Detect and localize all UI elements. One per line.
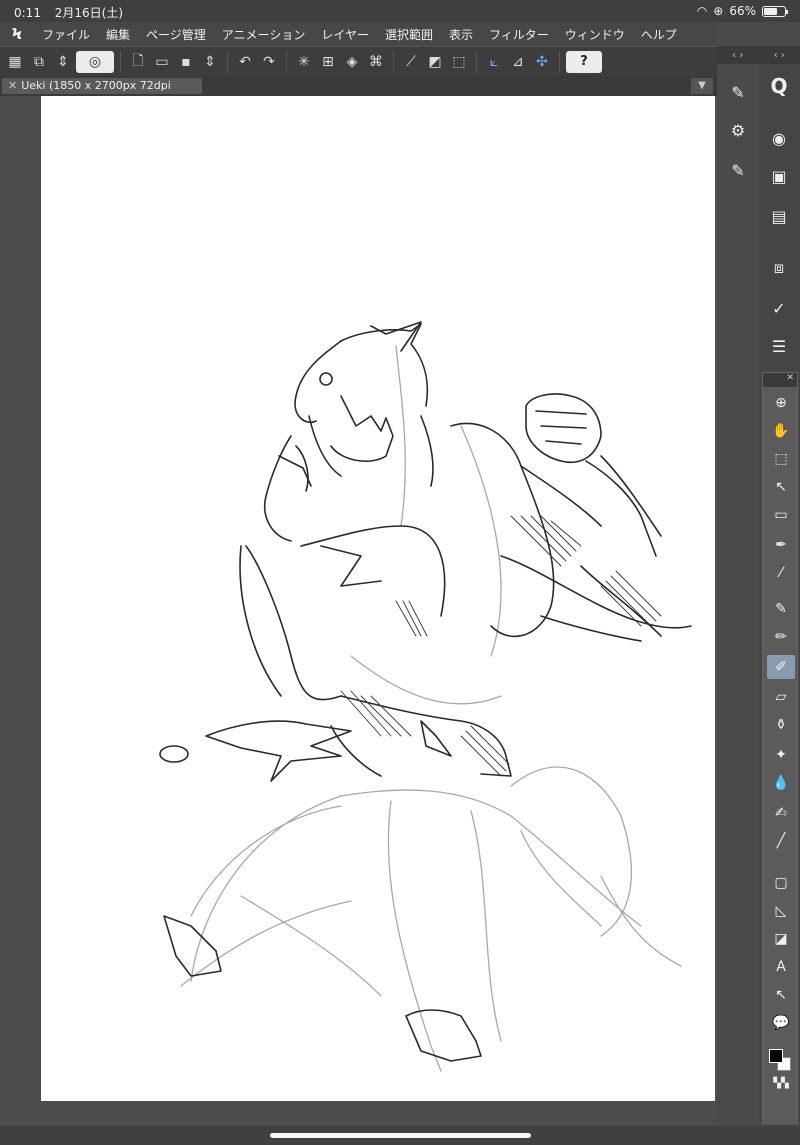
ruler-snap-icon[interactable]: ⟀ [483, 51, 505, 73]
frame-border-tool-icon[interactable]: ▢ [767, 871, 795, 895]
close-icon[interactable]: ✕ [8, 79, 17, 92]
dock-column-1: ✎ ⚙ ✎ [717, 64, 759, 1124]
menu-animation[interactable]: アニメーション [214, 26, 314, 43]
zoom-tool-icon[interactable]: ⊕ [767, 391, 795, 415]
status-date: 2月16日(土) [54, 6, 124, 20]
speech-balloon-tool-icon[interactable]: 💬 [767, 1011, 795, 1035]
hand-tool-icon[interactable]: ✋ [767, 419, 795, 443]
color-wheel-icon[interactable]: ◉ [765, 124, 793, 152]
animation-timeline-icon[interactable]: ▤ [765, 202, 793, 230]
grid-snap-icon[interactable]: ✣ [531, 51, 553, 73]
drawing-canvas[interactable] [41, 96, 715, 1101]
dock-collapse-right[interactable]: ‹ › [774, 50, 785, 61]
menu-layer[interactable]: レイヤー [313, 26, 377, 43]
eraser-tool-icon[interactable]: ▱ [767, 685, 795, 709]
sketch-drawing [159, 321, 692, 1072]
spiral-icon[interactable]: ◎ [76, 50, 114, 73]
balloon-tail-tool-icon[interactable]: ↖ [767, 983, 795, 1007]
transparent-color-icon[interactable]: ▚▚ [767, 1071, 795, 1095]
layout-grid-icon[interactable]: ▦ [4, 51, 26, 73]
menu-bar: Ϟ ファイル 編集 ページ管理 アニメーション レイヤー 選択範囲 表示 フィル… [0, 22, 717, 46]
menu-window[interactable]: ウィンドウ [557, 26, 633, 43]
auto-select-tool-icon[interactable]: ⁄ [767, 561, 795, 585]
menu-view[interactable]: 表示 [441, 26, 481, 43]
fill-bucket-icon[interactable]: ◈ [341, 51, 363, 73]
select-area-icon[interactable]: ⬚ [448, 51, 470, 73]
color-set-icon[interactable]: ▣ [765, 162, 793, 190]
open-folder-icon[interactable]: ▭ [151, 51, 173, 73]
orientation-lock-icon: ⊕ [713, 4, 724, 18]
airbrush-tool-icon[interactable]: ⚱ [767, 713, 795, 737]
pencil-tool-icon[interactable]: ✏ [767, 625, 795, 649]
undo-icon[interactable]: ↶ [234, 51, 256, 73]
redo-icon[interactable]: ↷ [258, 51, 280, 73]
save-icon[interactable]: ▪ [175, 51, 197, 73]
document-tabbar: ✕Ueki (1850 x 2700px 72dpi 83.8%) ▼ [0, 76, 717, 108]
wifi-icon: ◠ [696, 4, 708, 18]
status-bar: 0:11 2月16日(土) ◠ ⊕ 66% [0, 0, 800, 22]
canvas-swap-icon[interactable]: ⧉ [28, 51, 50, 73]
app-logo-icon[interactable]: Ϟ [0, 25, 34, 43]
sub-tool-icon[interactable]: ✎ [724, 78, 752, 106]
operation-tool-icon[interactable]: ↖ [767, 475, 795, 499]
material-icon[interactable]: ⧈ [765, 254, 793, 282]
foreground-color-swatch[interactable] [769, 1049, 783, 1063]
menu-selection[interactable]: 選択範囲 [377, 26, 441, 43]
tool-panel-close-icon[interactable]: ✕ [763, 373, 797, 387]
help-button[interactable]: ? [566, 50, 602, 73]
layer-property-icon[interactable]: ✓ [765, 294, 793, 322]
page-updown-icon[interactable]: ⇕ [199, 51, 221, 73]
menu-edit[interactable]: 編集 [98, 26, 138, 43]
status-time: 0:11 [14, 6, 41, 20]
text-tool-icon[interactable]: A [767, 955, 795, 979]
canvas-area[interactable] [0, 96, 717, 1126]
gradient-fill-icon[interactable]: ◩ [424, 51, 446, 73]
brush-tool-icon[interactable]: ✐ [767, 655, 795, 679]
eyedropper-tool-icon[interactable]: ✒ [767, 533, 795, 557]
tool-panel: ✕ ⊕ ✋ ⬚ ↖ ▭ ✒ ⁄ ✎ ✏ ✐ ▱ ⚱ ✦ 💧 ✍ ╱ ▢ ◺ ◪ … [762, 372, 798, 1124]
pen-tool-icon[interactable]: ✎ [767, 597, 795, 621]
selection-tool-icon[interactable]: ▭ [767, 503, 795, 527]
free-transform-icon[interactable]: ⌘ [365, 51, 387, 73]
figure-tool-icon[interactable]: ╱ [767, 829, 795, 853]
command-bar: ▦ ⧉ ⇕ ◎ 🗋 ▭ ▪ ⇕ ↶ ↷ ✳ ⊞ ◈ ⌘ ⟋ ◩ ⬚ ⟀ ⊿ ✣ … [0, 46, 717, 76]
battery-percent: 66% [729, 4, 756, 18]
layers-icon[interactable]: ☰ [765, 332, 793, 360]
tool-property-icon[interactable]: ⚙ [724, 116, 752, 144]
dock-collapse-left[interactable]: ‹ › [732, 50, 743, 61]
home-indicator[interactable] [270, 1133, 531, 1138]
loading-icon[interactable]: ✳ [293, 51, 315, 73]
menu-page-management[interactable]: ページ管理 [138, 26, 214, 43]
menu-help[interactable]: ヘルプ [633, 26, 685, 43]
tab-document[interactable]: ✕Ueki (1850 x 2700px 72dpi 83.8%) [2, 78, 202, 108]
dock-header: ‹ › ‹ › [717, 46, 800, 64]
clear-selection-icon[interactable]: ⟋ [400, 51, 422, 73]
tab-menu-button[interactable]: ▼ [691, 78, 713, 94]
transform-icon[interactable]: ⊞ [317, 51, 339, 73]
correct-line-tool-icon[interactable]: ✍ [767, 801, 795, 825]
menu-filter[interactable]: フィルター [481, 26, 557, 43]
decoration-tool-icon[interactable]: ✦ [767, 743, 795, 767]
blend-tool-icon[interactable]: 💧 [767, 771, 795, 795]
battery-icon [762, 5, 788, 17]
new-file-icon[interactable]: 🗋 [127, 51, 149, 73]
move-layer-tool-icon[interactable]: ⬚ [767, 447, 795, 471]
scroll-updown-icon[interactable]: ⇕ [52, 51, 74, 73]
menu-file[interactable]: ファイル [34, 26, 98, 43]
navigator-icon[interactable]: Q [765, 72, 793, 100]
gradient-tool-icon[interactable]: ◪ [767, 927, 795, 951]
brush-size-icon[interactable]: ✎ [724, 156, 752, 184]
ruler-tool-icon[interactable]: ◺ [767, 899, 795, 923]
special-ruler-icon[interactable]: ⊿ [507, 51, 529, 73]
